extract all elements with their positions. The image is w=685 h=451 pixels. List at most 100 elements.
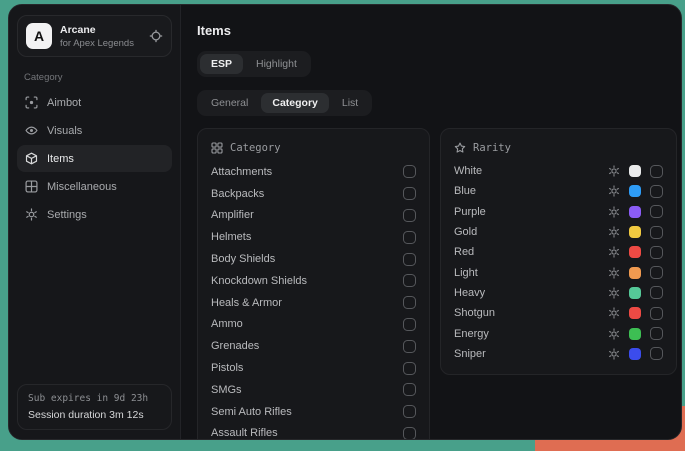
checkbox[interactable] — [403, 253, 416, 266]
checkbox[interactable] — [650, 286, 663, 299]
sidebar-item-label: Settings — [47, 209, 87, 221]
tab-category[interactable]: Category — [261, 93, 329, 113]
tab-general[interactable]: General — [200, 93, 259, 113]
rarity-row-label: White — [454, 165, 608, 177]
color-swatch[interactable] — [629, 226, 641, 238]
rarity-row-label: Shotgun — [454, 307, 608, 319]
checkbox[interactable] — [650, 266, 663, 279]
category-row-helmets: Helmets — [211, 226, 416, 248]
app-window: A Arcane for Apex Legends Category Aimbo… — [8, 4, 682, 440]
rarity-row-blue: Blue — [454, 181, 663, 201]
category-row-backpacks: Backpacks — [211, 183, 416, 205]
app-subtitle: for Apex Legends — [60, 38, 141, 49]
view-tab-group: GeneralCategoryList — [197, 90, 372, 116]
app-name: Arcane — [60, 24, 141, 36]
checkbox[interactable] — [650, 226, 663, 239]
color-swatch[interactable] — [629, 328, 641, 340]
sidebar-section-label: Category — [24, 72, 180, 83]
color-swatch[interactable] — [629, 185, 641, 197]
category-row-label: Attachments — [211, 166, 403, 178]
page-title: Items — [197, 23, 677, 38]
eye-icon — [25, 124, 38, 137]
category-panel-header: Category — [211, 142, 416, 154]
category-row-label: Grenades — [211, 340, 403, 352]
checkbox[interactable] — [403, 209, 416, 222]
checkbox[interactable] — [403, 165, 416, 178]
category-row-ammo: Ammo — [211, 314, 416, 336]
category-row-amplifier: Amplifier — [211, 205, 416, 227]
checkbox[interactable] — [650, 165, 663, 178]
checkbox[interactable] — [403, 318, 416, 331]
grid-icon — [25, 180, 38, 193]
sidebar-item-aimbot[interactable]: Aimbot — [17, 89, 172, 116]
checkbox[interactable] — [403, 362, 416, 375]
checkbox[interactable] — [403, 427, 416, 440]
sidebar-item-visuals[interactable]: Visuals — [17, 117, 172, 144]
category-panel: Category Attachments Backpacks Amplifier He… — [197, 128, 430, 440]
box-icon — [25, 152, 38, 165]
color-swatch[interactable] — [629, 165, 641, 177]
checkbox[interactable] — [403, 231, 416, 244]
color-swatch[interactable] — [629, 246, 641, 258]
gear-icon[interactable] — [608, 267, 620, 279]
gear-icon[interactable] — [608, 206, 620, 218]
rarity-row-heavy: Heavy — [454, 283, 663, 303]
color-swatch[interactable] — [629, 307, 641, 319]
category-row-label: Heals & Armor — [211, 297, 403, 309]
rarity-row-energy: Energy — [454, 323, 663, 343]
tab-esp[interactable]: ESP — [200, 54, 243, 74]
gear-icon[interactable] — [608, 246, 620, 258]
gear-icon[interactable] — [608, 287, 620, 299]
checkbox[interactable] — [650, 205, 663, 218]
sidebar-item-label: Visuals — [47, 125, 82, 137]
gear-icon[interactable] — [608, 165, 620, 177]
checkbox[interactable] — [650, 347, 663, 360]
gear-icon[interactable] — [608, 348, 620, 360]
checkbox[interactable] — [403, 187, 416, 200]
panels: Category Attachments Backpacks Amplifier He… — [197, 128, 677, 440]
rarity-row-shotgun: Shotgun — [454, 303, 663, 323]
gear-icon[interactable] — [608, 328, 620, 340]
checkbox[interactable] — [650, 327, 663, 340]
sidebar-item-miscellaneous[interactable]: Miscellaneous — [17, 173, 172, 200]
rarity-row-light: Light — [454, 262, 663, 282]
rarity-panel: Rarity WhiteBluePurpleGoldRedLightHeavyS… — [440, 128, 677, 375]
color-swatch[interactable] — [629, 348, 641, 360]
checkbox[interactable] — [403, 405, 416, 418]
checkbox[interactable] — [403, 274, 416, 287]
gear-icon[interactable] — [608, 226, 620, 238]
rarity-row-label: Energy — [454, 328, 608, 340]
crosshair-icon[interactable] — [149, 29, 163, 43]
tab-list[interactable]: List — [331, 93, 369, 113]
category-row-label: Amplifier — [211, 209, 403, 221]
checkbox[interactable] — [403, 340, 416, 353]
rarity-row-sniper: Sniper — [454, 344, 663, 364]
checkbox[interactable] — [650, 307, 663, 320]
tab-highlight[interactable]: Highlight — [245, 54, 308, 74]
color-swatch[interactable] — [629, 267, 641, 279]
rarity-row-red: Red — [454, 242, 663, 262]
main-content: Items ESPHighlight GeneralCategoryList — [181, 5, 682, 439]
color-swatch[interactable] — [629, 287, 641, 299]
sidebar-item-items[interactable]: Items — [17, 145, 172, 172]
category-row-smgs: SMGs — [211, 379, 416, 401]
sidebar-item-settings[interactable]: Settings — [17, 201, 172, 228]
sidebar-item-label: Aimbot — [47, 97, 81, 109]
aim-target-icon — [25, 96, 38, 109]
checkbox[interactable] — [650, 246, 663, 259]
sidebar-item-label: Items — [47, 153, 74, 165]
sidebar-item-label: Miscellaneous — [47, 181, 117, 193]
category-row-attachments: Attachments — [211, 161, 416, 183]
gear-icon[interactable] — [608, 185, 620, 197]
color-swatch[interactable] — [629, 206, 641, 218]
rarity-row-purple: Purple — [454, 202, 663, 222]
checkbox[interactable] — [403, 296, 416, 309]
category-row-body-shields: Body Shields — [211, 248, 416, 270]
app-card: A Arcane for Apex Legends — [17, 15, 172, 57]
gear-icon[interactable] — [608, 307, 620, 319]
checkbox[interactable] — [650, 185, 663, 198]
category-row-assault-rifles: Assault Rifles — [211, 423, 416, 440]
rarity-row-label: Light — [454, 267, 608, 279]
layout-grid-icon — [211, 142, 223, 154]
checkbox[interactable] — [403, 383, 416, 396]
